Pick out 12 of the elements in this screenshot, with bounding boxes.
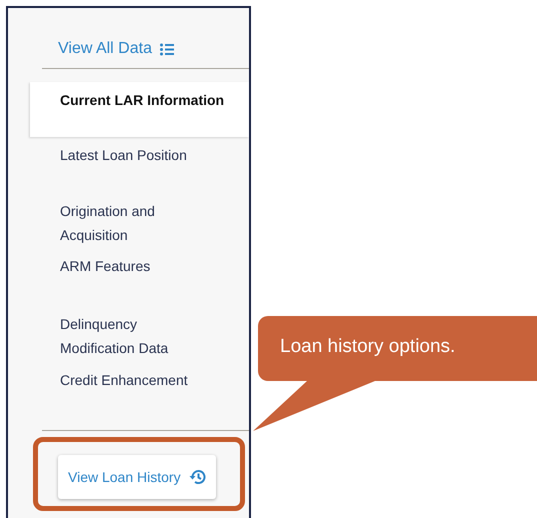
callout-text: Loan history options. (280, 336, 456, 358)
nav-item[interactable]: Modification Data (8, 336, 210, 360)
nav-item[interactable]: Current LAR Information (30, 82, 249, 137)
nav-item[interactable]: ARM Features (8, 254, 210, 278)
nav-item[interactable]: Delinquency (8, 312, 210, 336)
view-loan-history-button[interactable]: View Loan History (58, 455, 216, 499)
view-all-data-link[interactable]: View All Data (58, 40, 152, 58)
nav-item[interactable]: Origination and Acquisition (8, 199, 210, 247)
list-icon (160, 42, 174, 56)
nav-item[interactable]: Credit Enhancement (8, 368, 210, 392)
history-icon (188, 469, 206, 485)
nav-item[interactable]: Latest Loan Position (8, 143, 210, 167)
